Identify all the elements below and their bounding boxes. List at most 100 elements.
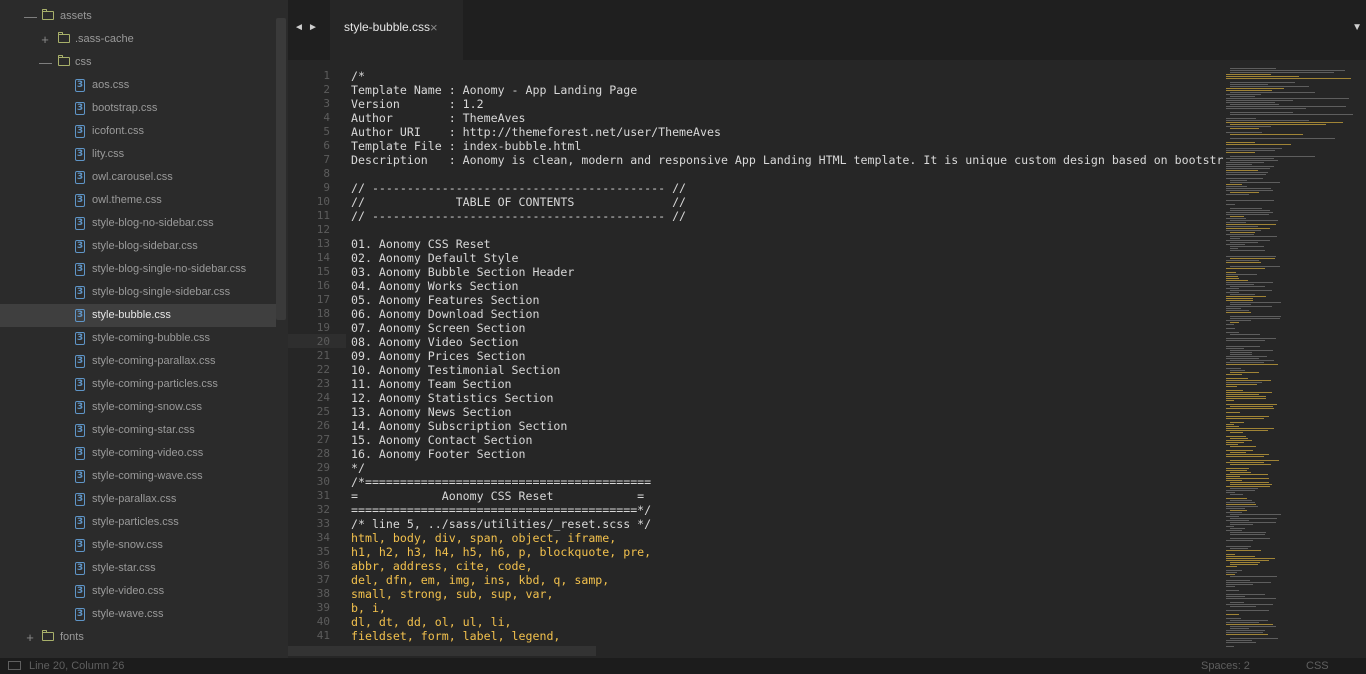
file-item[interactable]: 3 style-blog-single-no-sidebar.css [0,258,276,281]
code-line[interactable]: abbr, address, cite, code, [351,559,532,573]
file-item[interactable]: 3 style-wave.css [0,603,276,626]
code-line[interactable]: Author URI : http://themeforest.net/user… [351,125,721,139]
line-number: 12 [316,223,330,236]
file-item[interactable]: 3 style-parallax.css [0,488,276,511]
code-line[interactable]: /*======================================… [351,475,651,489]
file-item[interactable]: 3 owl.carousel.css [0,166,276,189]
minimap-line [1226,440,1252,441]
tree-item-label: style-particles.css [92,516,179,528]
code-editor[interactable]: 1 2 3 4 5 6 7 8 9 10 11 12 13 14 15 16 17 18 19 20 21 22 23 24 2… [288,60,1366,658]
tab-prev-button[interactable]: ◄ [294,22,304,33]
code-line[interactable]: /* [351,69,365,83]
folder-item[interactable]: — css [0,51,276,74]
code-line[interactable]: // -------------------------------------… [351,209,686,223]
code-line[interactable]: 11. Aonomy Team Section [351,377,512,391]
indentation-setting[interactable]: Spaces: 2 [1201,660,1250,672]
minimap-line [1226,468,1249,469]
css-file-icon: 3 [75,608,85,621]
minimap[interactable] [1226,68,1356,648]
code-line[interactable]: */ [351,461,365,475]
file-item[interactable]: 3 style-coming-parallax.css [0,350,276,373]
code-line[interactable]: 06. Aonomy Download Section [351,307,539,321]
file-item[interactable]: 3 bootstrap.css [0,97,276,120]
line-number: 11 [316,209,330,222]
line-number: 2 [323,83,330,96]
collapse-icon[interactable]: — [39,51,52,74]
minimap-line [1226,228,1271,229]
code-line[interactable]: // -------------------------------------… [351,181,686,195]
file-item[interactable]: 3 style-snow.css [0,534,276,557]
minimap-line [1226,174,1266,175]
file-item[interactable]: 3 style-bubble.css [0,304,276,327]
folder-item[interactable]: + .sass-cache [0,28,276,51]
file-item[interactable]: 3 style-blog-no-sidebar.css [0,212,276,235]
code-line[interactable]: 16. Aonomy Footer Section [351,447,526,461]
minimap-line [1226,268,1266,269]
expand-icon[interactable]: + [39,28,51,51]
folder-item[interactable]: — assets [0,5,276,28]
tree-item-label: style-blog-sidebar.css [92,240,198,252]
file-item[interactable]: 3 style-particles.css [0,511,276,534]
code-line[interactable]: /* line 5, ../sass/utilities/_reset.scss… [351,517,651,531]
code-line[interactable]: 02. Aonomy Default Style [351,251,519,265]
file-item[interactable]: 3 style-coming-wave.css [0,465,276,488]
file-item[interactable]: 3 style-star.css [0,557,276,580]
code-line[interactable]: 03. Aonomy Bubble Section Header [351,265,574,279]
code-line[interactable]: del, dfn, em, img, ins, kbd, q, samp, [351,573,609,587]
folder-item[interactable]: + fonts [0,626,276,649]
minimap-line [1230,70,1345,71]
file-item[interactable]: 3 owl.theme.css [0,189,276,212]
code-line[interactable]: 09. Aonomy Prices Section [351,349,526,363]
code-line[interactable]: dl, dt, dd, ol, ul, li, [351,615,512,629]
console-icon[interactable] [8,661,21,670]
code-line[interactable]: Version : 1.2 [351,97,484,111]
code-line[interactable]: Template File : index-bubble.html [351,139,581,153]
file-item[interactable]: 3 style-coming-video.css [0,442,276,465]
code-line[interactable]: = Aonomy CSS Reset = [351,489,644,503]
code-line[interactable]: // TABLE OF CONTENTS // [351,195,686,209]
tab-close-icon[interactable]: × [430,20,438,35]
code-line[interactable]: 13. Aonomy News Section [351,405,512,419]
collapse-icon[interactable]: — [24,5,37,28]
file-item[interactable]: 3 icofont.css [0,120,276,143]
code-line[interactable]: 12. Aonomy Statistics Section [351,391,553,405]
code-line[interactable]: 05. Aonomy Features Section [351,293,539,307]
sidebar-scrollbar[interactable] [276,18,286,320]
file-item[interactable]: 3 style-coming-star.css [0,419,276,442]
code-line[interactable]: html, body, div, span, object, iframe, [351,531,616,545]
file-item[interactable]: 3 style-coming-particles.css [0,373,276,396]
line-number: 21 [316,349,330,362]
tab-next-button[interactable]: ► [308,22,318,33]
code-line[interactable]: 01. Aonomy CSS Reset [351,237,491,251]
file-item[interactable]: 3 lity.css [0,143,276,166]
code-line[interactable]: 07. Aonomy Screen Section [351,321,526,335]
code-line[interactable]: ========================================… [351,503,651,517]
css-file-icon: 3 [75,493,85,506]
code-line[interactable]: 04. Aonomy Works Section [351,279,519,293]
code-line[interactable]: b, i, [351,601,386,615]
file-item[interactable]: 3 style-coming-bubble.css [0,327,276,350]
file-item[interactable]: 3 aos.css [0,74,276,97]
syntax-mode[interactable]: CSS [1306,660,1329,672]
tab-style-bubble[interactable]: style-bubble.css × [330,0,463,60]
minimap-line [1226,444,1238,445]
file-item[interactable]: 3 style-coming-snow.css [0,396,276,419]
horizontal-scrollbar[interactable] [288,646,596,656]
file-item[interactable]: 3 style-video.css [0,580,276,603]
code-line[interactable]: 14. Aonomy Subscription Section [351,419,567,433]
code-line[interactable]: small, strong, sub, sup, var, [351,587,553,601]
css-file-icon: 3 [75,194,85,207]
file-item[interactable]: 3 style-blog-single-sidebar.css [0,281,276,304]
code-line[interactable]: 08. Aonomy Video Section [351,335,519,349]
code-line[interactable]: fieldset, form, label, legend, [351,629,560,643]
code-line[interactable]: Description : Aonomy is clean, modern an… [351,153,1224,167]
tab-dropdown-button[interactable]: ▼ [1352,22,1362,33]
code-line[interactable]: h1, h2, h3, h4, h5, h6, p, blockquote, p… [351,545,651,559]
minimap-line [1226,572,1238,573]
expand-icon[interactable]: + [24,626,36,649]
file-item[interactable]: 3 style-blog-sidebar.css [0,235,276,258]
code-line[interactable]: Author : ThemeAves [351,111,526,125]
code-line[interactable]: Template Name : Aonomy - App Landing Pag… [351,83,637,97]
code-line[interactable]: 10. Aonomy Testimonial Section [351,363,560,377]
code-line[interactable]: 15. Aonomy Contact Section [351,433,532,447]
